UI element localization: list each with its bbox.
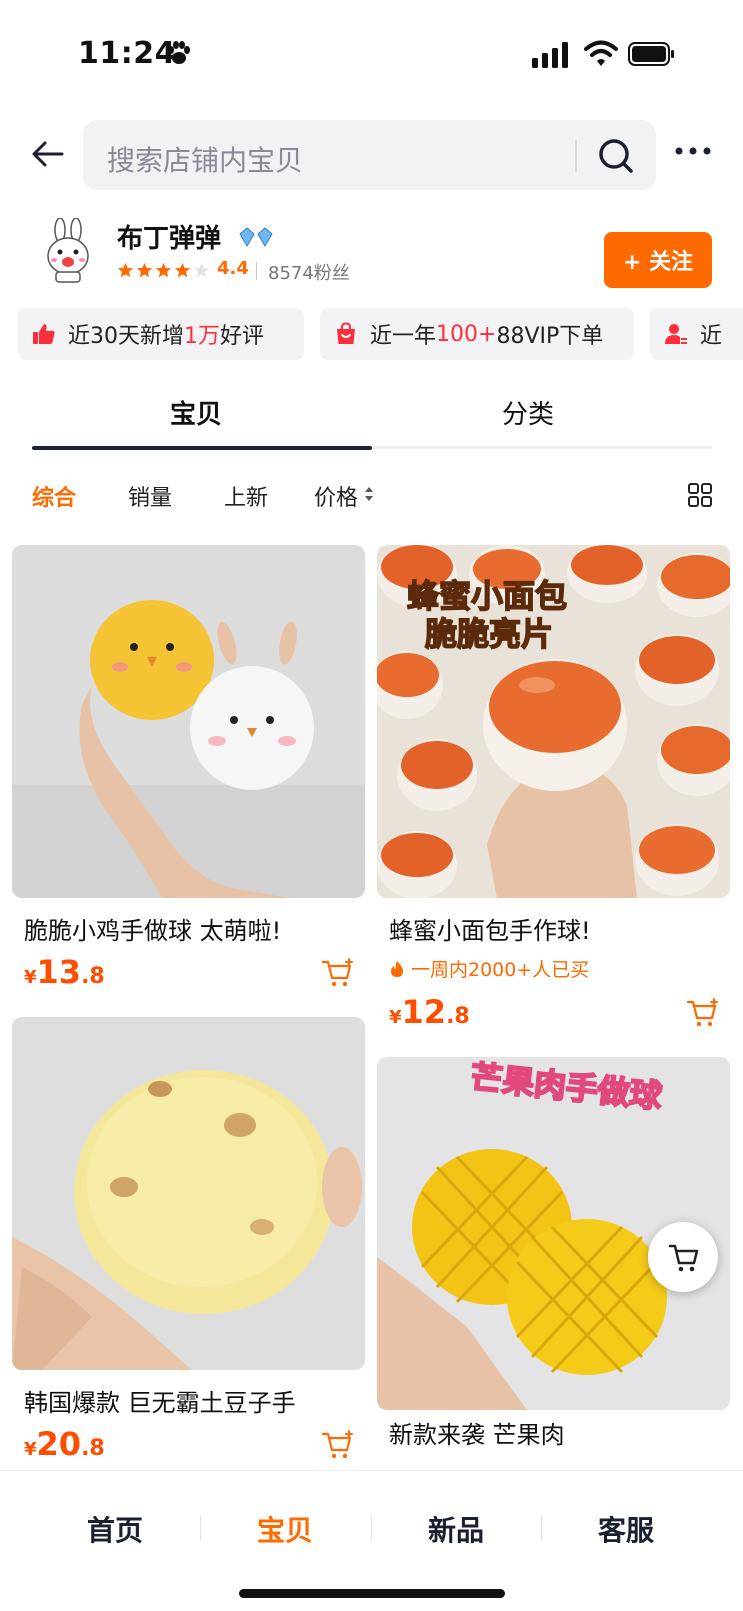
header: 搜索店铺内宝贝 <box>0 114 743 194</box>
paw-icon <box>168 41 190 64</box>
tab-categories[interactable]: 分类 <box>502 394 554 431</box>
back-arrow-icon[interactable] <box>30 136 66 172</box>
search-placeholder: 搜索店铺内宝贝 <box>107 144 304 177</box>
star-empty-icon <box>193 262 210 278</box>
cart-icon <box>668 1244 699 1272</box>
product-title[interactable]: 蜂蜜小面包手作球! <box>389 911 591 946</box>
add-to-cart-icon[interactable] <box>321 1429 355 1461</box>
tab-active-indicator <box>32 446 372 450</box>
sales-text: 一周内2000+人已买 <box>411 959 590 981</box>
product-image[interactable] <box>12 545 365 898</box>
star-icon <box>136 262 153 278</box>
highlight-chip-users[interactable]: 近 <box>650 308 743 360</box>
wifi-icon <box>584 40 618 66</box>
price-integer: 12 <box>401 993 447 1031</box>
highlight-chip-reviews[interactable]: 近30天新增 1万 好评 <box>18 308 304 360</box>
divider <box>256 262 257 280</box>
price-decimal: .8 <box>81 964 105 989</box>
svg-text:蜂蜜小面包: 蜂蜜小面包 <box>407 577 567 615</box>
price-currency: ¥ <box>389 1007 402 1028</box>
content-tabs: 宝贝 分类 <box>0 380 743 450</box>
floating-cart-button[interactable] <box>648 1222 718 1292</box>
status-time: 11:24 <box>78 36 176 71</box>
nav-service[interactable]: 客服 <box>541 1509 711 1549</box>
product-image-potato <box>12 1017 365 1370</box>
chip-text-post: 好评 <box>220 324 265 349</box>
tab-products[interactable]: 宝贝 <box>170 394 222 431</box>
chip-text-highlight: 1万 <box>184 324 220 349</box>
shop-badge-icon <box>239 227 273 247</box>
product-card[interactable]: 韩国爆款 巨无霸土豆子手 ¥20.8 <box>12 1017 365 1467</box>
shop-avatar[interactable] <box>38 218 98 284</box>
shopping-bag-icon <box>337 322 355 344</box>
search-icon[interactable] <box>596 136 636 176</box>
product-price: ¥12.8 <box>389 993 470 1031</box>
follow-button[interactable]: + 关注 <box>604 232 712 288</box>
rating-stars <box>117 262 210 279</box>
product-image[interactable] <box>12 1017 365 1370</box>
product-title[interactable]: 新款来袭 芒果肉 <box>389 1415 565 1450</box>
sort-new[interactable]: 上新 <box>224 480 268 512</box>
sort-sales[interactable]: 销量 <box>128 480 172 512</box>
star-icon <box>117 262 134 278</box>
shop-rating: 4.4 <box>217 258 249 279</box>
nav-products[interactable]: 宝贝 <box>200 1509 370 1549</box>
home-indicator <box>239 1589 505 1598</box>
price-integer: 20 <box>36 1425 82 1463</box>
star-icon <box>174 262 191 278</box>
search-divider <box>575 140 577 172</box>
svg-text:脆脆亮片: 脆脆亮片 <box>425 615 553 653</box>
sort-price[interactable]: 价格 <box>314 480 358 512</box>
sort-arrows-icon[interactable] <box>364 486 374 502</box>
chip-text-pre: 近 <box>700 324 723 349</box>
sort-bar: 综合 销量 上新 价格 <box>0 470 743 520</box>
flame-icon <box>391 960 403 977</box>
user-icon <box>665 324 687 344</box>
nav-new[interactable]: 新品 <box>371 1509 541 1549</box>
product-image[interactable]: 蜂蜜小面包 脆脆亮片 <box>377 545 730 898</box>
status-bar: 11:24 <box>0 0 743 110</box>
shop-info: 布丁弹弹 4.4 8574粉丝 + 关注 <box>0 212 743 292</box>
shop-name: 布丁弹弹 <box>117 224 222 254</box>
chip-text-pre: 近30天新增 <box>68 324 184 349</box>
product-image-chicks <box>12 545 365 898</box>
add-to-cart-icon[interactable] <box>686 997 720 1029</box>
shop-fans: 8574粉丝 <box>268 263 350 284</box>
product-card[interactable]: 脆脆小鸡手做球 太萌啦! ¥13.8 <box>12 545 365 995</box>
signal-icon <box>532 42 568 68</box>
price-decimal: .8 <box>81 1436 105 1461</box>
chip-text-highlight: 100+ <box>436 321 497 347</box>
more-icon[interactable] <box>674 144 712 158</box>
nav-home[interactable]: 首页 <box>30 1509 200 1549</box>
product-price: ¥13.8 <box>24 953 105 991</box>
sales-badge: 一周内2000+人已买 <box>389 955 589 982</box>
product-title[interactable]: 韩国爆款 巨无霸土豆子手 <box>24 1383 296 1418</box>
product-image-bread: 蜂蜜小面包 脆脆亮片 <box>377 545 730 898</box>
star-icon <box>155 262 172 278</box>
battery-icon <box>628 42 674 66</box>
highlight-chip-vip[interactable]: 近一年 100+ 88VIP下单 <box>320 308 634 360</box>
search-input[interactable]: 搜索店铺内宝贝 <box>83 120 656 190</box>
shop-highlights: 近30天新增 1万 好评 近一年 100+ 88VIP下单 近 <box>18 308 743 360</box>
price-currency: ¥ <box>24 967 37 988</box>
sort-comprehensive[interactable]: 综合 <box>32 480 76 512</box>
add-to-cart-icon[interactable] <box>321 957 355 989</box>
chip-text-pre: 近一年 <box>370 324 437 349</box>
price-decimal: .8 <box>446 1004 470 1029</box>
product-card[interactable]: 蜂蜜小面包 脆脆亮片 蜂蜜小面包手作球! 一周内2000+人已买 ¥12.8 <box>377 545 730 1035</box>
thumbs-up-icon <box>33 324 55 344</box>
bottom-nav: 首页 宝贝 新品 客服 <box>0 1470 743 1611</box>
price-integer: 13 <box>36 953 82 991</box>
product-price: ¥20.8 <box>24 1425 105 1463</box>
chip-text-post: 88VIP下单 <box>496 324 604 349</box>
price-currency: ¥ <box>24 1439 37 1460</box>
product-title[interactable]: 脆脆小鸡手做球 太萌啦! <box>24 911 281 946</box>
grid-view-icon[interactable] <box>687 482 713 508</box>
